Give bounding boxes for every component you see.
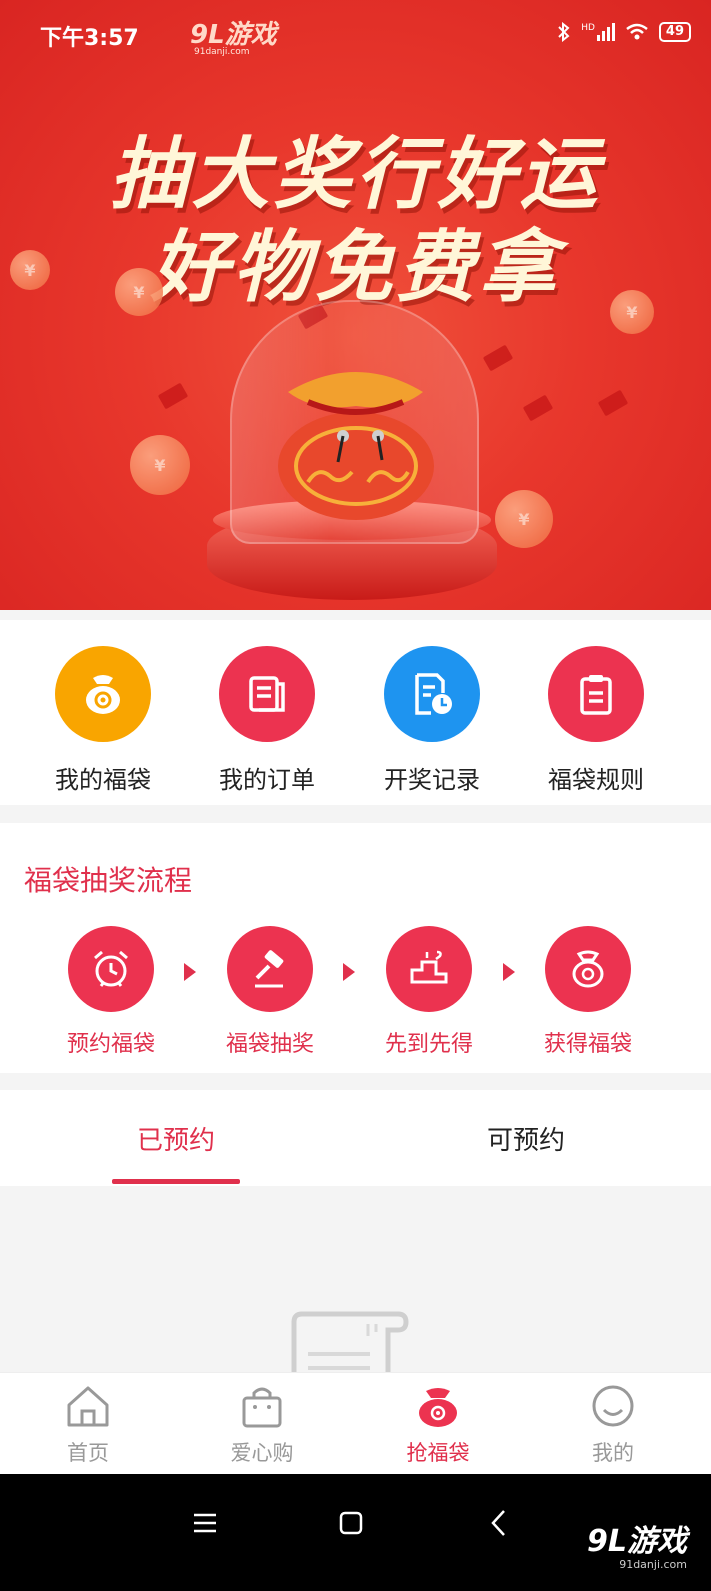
bluetooth-icon <box>558 22 570 42</box>
coin-decoration: ¥ <box>10 250 50 290</box>
status-bar: 下午3:57 9L游戏 91danji.com HD 49 <box>0 0 711 70</box>
menu-label: 福袋规则 <box>548 766 644 794</box>
menu-icon[interactable] <box>192 1510 218 1536</box>
system-navigation-bar: 9L游戏 91danji.com <box>0 1474 711 1591</box>
red-envelope-decoration <box>597 389 629 417</box>
record-clock-icon <box>384 646 480 742</box>
menu-my-lucky-bags[interactable]: 我的福袋 <box>38 646 168 795</box>
menu-label: 开奖记录 <box>384 766 480 794</box>
tab-available[interactable]: 可预约 <box>487 1120 565 1157</box>
step-label: 福袋抽奖 <box>225 1032 314 1057</box>
watermark-logo: 9L游戏 91danji.com <box>190 14 277 57</box>
red-envelope-decoration <box>522 394 554 422</box>
nav-grab-lucky-bag[interactable]: 抢福袋 <box>383 1383 493 1467</box>
coin-decoration: ¥ <box>115 268 163 316</box>
tab-reserved[interactable]: 已预约 <box>137 1120 215 1157</box>
nav-label: 爱心购 <box>230 1441 294 1465</box>
lucky-bag-icon <box>55 646 151 742</box>
nav-label: 首页 <box>67 1441 109 1465</box>
bottom-navigation: 首页 爱心购 抢福袋 我的 <box>0 1372 711 1475</box>
clipboard-icon <box>548 646 644 742</box>
lucky-bag-icon <box>545 926 631 1012</box>
menu-label: 我的福袋 <box>55 766 151 794</box>
menu-my-orders[interactable]: 我的订单 <box>202 646 332 795</box>
shopping-bag-icon <box>242 1387 282 1428</box>
step-label: 先到先得 <box>384 1032 473 1057</box>
nav-charity-shop[interactable]: 爱心购 <box>207 1383 317 1467</box>
hero-banner[interactable]: 下午3:57 9L游戏 91danji.com HD 49 抽大奖行好运 好物免… <box>0 0 711 610</box>
watermark-url: 91danji.com <box>619 1558 687 1571</box>
nav-label: 抢福袋 <box>406 1441 470 1465</box>
battery-icon: 49 <box>658 22 691 42</box>
coin-decoration: ¥ <box>610 290 654 334</box>
order-list-icon <box>219 646 315 742</box>
step-label: 获得福袋 <box>543 1032 632 1057</box>
step-label: 预约福袋 <box>66 1032 155 1057</box>
network-type: HD <box>581 23 595 33</box>
section-title: 福袋抽奖流程 <box>24 864 193 897</box>
wifi-icon <box>626 23 648 40</box>
nav-home[interactable]: 首页 <box>33 1383 143 1467</box>
alarm-clock-icon <box>68 926 154 1012</box>
menu-label: 我的订单 <box>219 766 315 794</box>
nav-label: 我的 <box>592 1441 634 1465</box>
process-step-obtain: 获得福袋 <box>528 926 648 1058</box>
gavel-icon <box>227 926 313 1012</box>
watermark: 9L游戏 91danji.com <box>587 1516 687 1571</box>
podium-icon <box>386 926 472 1012</box>
lucky-bag-icon <box>419 1388 457 1427</box>
reservation-tabs: 已预约 可预约 <box>0 1090 711 1186</box>
coin-decoration: ¥ <box>130 435 190 495</box>
back-icon[interactable] <box>486 1508 512 1538</box>
menu-draw-records[interactable]: 开奖记录 <box>367 646 497 795</box>
signal-icon: HD <box>581 23 615 41</box>
red-envelope-decoration <box>157 382 189 410</box>
process-step-first-come: 先到先得 <box>369 926 489 1058</box>
watermark-logo-text: 9L游戏 <box>190 20 277 50</box>
status-time: 下午3:57 <box>40 26 139 51</box>
system-icons: HD 49 <box>557 22 691 42</box>
watermark-text: 9L游戏 <box>587 1524 687 1559</box>
home-icon <box>67 1386 109 1427</box>
lucky-bag-illustration <box>278 372 434 520</box>
step-arrow-icon <box>184 963 196 981</box>
smiley-face-icon <box>592 1385 634 1427</box>
active-tab-indicator <box>112 1179 240 1184</box>
home-square-icon[interactable] <box>338 1510 364 1536</box>
lottery-process-section: 福袋抽奖流程 预约福袋 福袋抽奖 先到先得 获得福袋 <box>0 823 711 1073</box>
menu-lucky-bag-rules[interactable]: 福袋规则 <box>531 646 661 795</box>
quick-menu: 我的福袋 我的订单 开奖记录 福袋规则 <box>0 620 711 805</box>
process-step-draw: 福袋抽奖 <box>210 926 330 1058</box>
step-arrow-icon <box>343 963 355 981</box>
step-arrow-icon <box>503 963 515 981</box>
coin-decoration: ¥ <box>495 490 553 548</box>
nav-mine[interactable]: 我的 <box>558 1383 668 1467</box>
red-envelope-decoration <box>482 344 514 372</box>
process-step-reserve: 预约福袋 <box>51 926 171 1058</box>
